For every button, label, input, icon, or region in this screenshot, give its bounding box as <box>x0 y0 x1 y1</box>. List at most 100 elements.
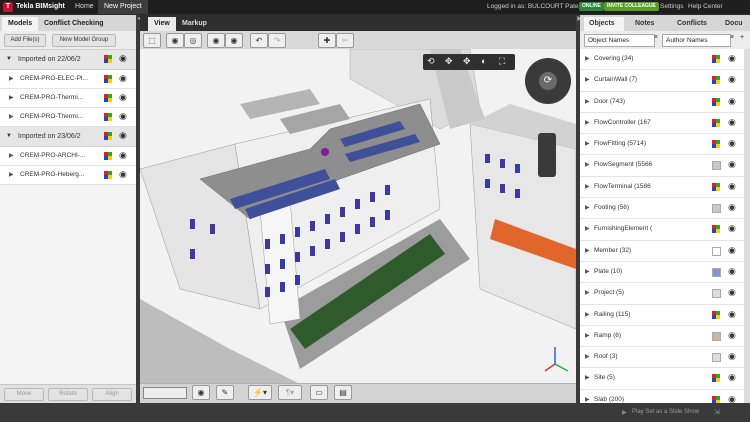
chevron-down-icon[interactable]: ▼ <box>6 50 12 69</box>
eye-icon[interactable]: ◉ <box>728 181 738 190</box>
object-row[interactable]: ▶ Roof (3) ◉ <box>580 347 750 369</box>
object-row[interactable]: ▶ FlowTerminal (1586 ◉ <box>580 176 750 199</box>
model-group[interactable]: ▼ Imported on 23/06/2 ◉ <box>0 127 136 147</box>
object-row[interactable]: ▶ Plate (10) ◉ <box>580 261 750 284</box>
3d-viewport[interactable]: ⟲ ✥ ✥ ◐ ⛶ ⟳ <box>140 49 576 384</box>
transparency-slider[interactable] <box>143 387 187 399</box>
hide-selected-icon[interactable]: ◎ <box>184 33 202 48</box>
color-icon[interactable] <box>712 331 721 341</box>
object-row[interactable]: ▶ FlowFitting (5714) ◉ <box>580 134 750 156</box>
object-row[interactable]: ▶ Ramp (6) ◉ <box>580 325 750 348</box>
eye-icon[interactable]: ◉ <box>119 93 129 102</box>
chevron-right-icon[interactable]: ▶ <box>9 166 14 184</box>
color-icon[interactable] <box>104 94 112 102</box>
chevron-right-icon[interactable]: ▶ <box>585 134 590 154</box>
color-icon[interactable] <box>104 132 112 140</box>
model-row[interactable]: ▶ CREM-PRO-Heberg... ◉ <box>0 166 136 185</box>
chevron-right-icon[interactable]: ▶ <box>585 283 590 303</box>
look-icon[interactable]: ◐ <box>481 56 486 66</box>
settings-link[interactable]: Settings <box>660 3 684 10</box>
move-icon[interactable]: ✥ <box>463 56 471 67</box>
eye-icon[interactable]: ◉ <box>728 224 738 233</box>
eye-icon[interactable]: ◉ <box>728 139 738 148</box>
model-row[interactable]: ▶ CREM-PRO-Thermi... ◉ <box>0 89 136 108</box>
show-hide-icon[interactable]: ◉ <box>166 33 184 48</box>
tab-objects[interactable]: Objects <box>584 17 624 31</box>
object-row[interactable]: ▶ FlowSegment (5566 ◉ <box>580 155 750 177</box>
color-icon[interactable] <box>712 97 720 106</box>
object-row[interactable]: ▶ Door (743) ◉ <box>580 91 750 113</box>
zoom-control[interactable] <box>538 133 556 177</box>
add-files-button[interactable]: Add File(s) <box>4 34 46 47</box>
color-icon[interactable] <box>712 118 720 127</box>
object-row[interactable]: ▶ Footing (56) ◉ <box>580 198 750 220</box>
chevron-right-icon[interactable]: ▶ <box>585 49 590 69</box>
rotate-button[interactable]: Rotate <box>48 388 88 401</box>
paint-dropdown-icon[interactable]: ¶▾ <box>278 385 302 400</box>
object-row[interactable]: ▶ Covering (34) ◉ <box>580 49 750 71</box>
eye-icon[interactable]: ◉ <box>728 266 738 275</box>
eye-icon[interactable]: ◉ <box>119 151 129 160</box>
chevron-right-icon[interactable]: ▶ <box>585 155 590 175</box>
eye-icon[interactable]: ◉ <box>728 160 738 169</box>
chevron-right-icon[interactable]: ▶ <box>585 177 590 197</box>
tab-new-project[interactable]: New Project <box>98 0 148 14</box>
model-group[interactable]: ▼ Imported on 22/06/2 ◉ <box>0 50 136 70</box>
chevron-right-icon[interactable]: ▶ <box>585 262 590 282</box>
color-icon[interactable] <box>104 171 112 179</box>
objects-scrollbar[interactable] <box>744 49 750 403</box>
tab-home[interactable]: Home <box>69 0 100 14</box>
color-icon[interactable] <box>712 182 720 191</box>
eye-icon[interactable]: ◉ <box>728 245 738 254</box>
eye-icon[interactable]: ◉ <box>728 309 738 318</box>
color-icon[interactable] <box>712 267 721 277</box>
move-button[interactable]: Move <box>4 388 44 401</box>
orbit-center-icon[interactable]: ⟳ <box>539 72 557 90</box>
invite-colleague-button[interactable]: INVITE COLLEAGUE <box>604 2 659 11</box>
clip-plane-icon[interactable]: ✂ <box>336 33 354 48</box>
color-icon[interactable] <box>104 152 112 160</box>
note-icon[interactable]: ✎ <box>216 385 234 400</box>
object-row[interactable]: ▶ CurtainWall (7) ◉ <box>580 70 750 92</box>
comment-icon[interactable]: ▭ <box>310 385 328 400</box>
tab-conflicts[interactable]: Conflicts <box>672 17 712 31</box>
object-row[interactable]: ▶ Member (32) ◉ <box>580 240 750 262</box>
eye-icon[interactable]: ◉ <box>119 54 129 63</box>
play-icon[interactable]: ▶ <box>622 409 627 416</box>
eye-icon[interactable]: ◉ <box>728 288 738 297</box>
eye-icon[interactable]: ◉ <box>119 112 129 121</box>
tab-markup[interactable]: Markup <box>176 17 213 31</box>
chevron-right-icon[interactable]: ▶ <box>9 108 14 126</box>
new-model-group-button[interactable]: New Model Group <box>52 34 116 47</box>
color-icon[interactable] <box>712 289 721 299</box>
redo-icon[interactable]: ↷ <box>268 33 286 48</box>
rotate-icon[interactable]: ⟲ <box>427 56 435 67</box>
color-icon[interactable] <box>104 75 112 83</box>
eye-icon[interactable]: ◉ <box>119 74 129 83</box>
color-icon[interactable] <box>712 161 721 171</box>
help-center-link[interactable]: Help Center <box>688 3 723 10</box>
color-icon[interactable] <box>712 374 720 383</box>
orbit-control[interactable]: ⟳ <box>525 58 571 104</box>
object-names-select[interactable]: Object Names <box>584 34 655 47</box>
eye-icon[interactable]: ◉ <box>728 96 738 105</box>
pan-icon[interactable]: ✥ <box>445 56 453 67</box>
model-row[interactable]: ▶ CREM-PRO-ARCHI-... ◉ <box>0 147 136 166</box>
tab-documents[interactable]: Docu <box>720 17 748 31</box>
chevron-right-icon[interactable]: ▶ <box>585 70 590 90</box>
select-box-icon[interactable]: ⬚ <box>143 33 161 48</box>
color-icon[interactable] <box>712 246 721 256</box>
color-icon[interactable] <box>104 113 112 121</box>
eye-icon[interactable]: ◉ <box>728 394 738 403</box>
chevron-right-icon[interactable]: ▶ <box>9 147 14 165</box>
chevron-right-icon[interactable]: ▶ <box>585 113 590 133</box>
eye-icon[interactable]: ◉ <box>728 117 738 126</box>
slideshow-link[interactable]: Play Set as a Slide Show <box>632 409 699 415</box>
chevron-right-icon[interactable]: ▶ <box>585 219 590 239</box>
tab-view[interactable]: View <box>148 17 176 31</box>
flash-dropdown-icon[interactable]: ⚡▾ <box>248 385 272 400</box>
color-icon[interactable] <box>712 225 720 234</box>
chevron-right-icon[interactable]: ▶ <box>585 241 590 261</box>
eye-icon[interactable]: ◉ <box>728 75 738 84</box>
eye-icon[interactable]: ◉ <box>728 352 738 361</box>
